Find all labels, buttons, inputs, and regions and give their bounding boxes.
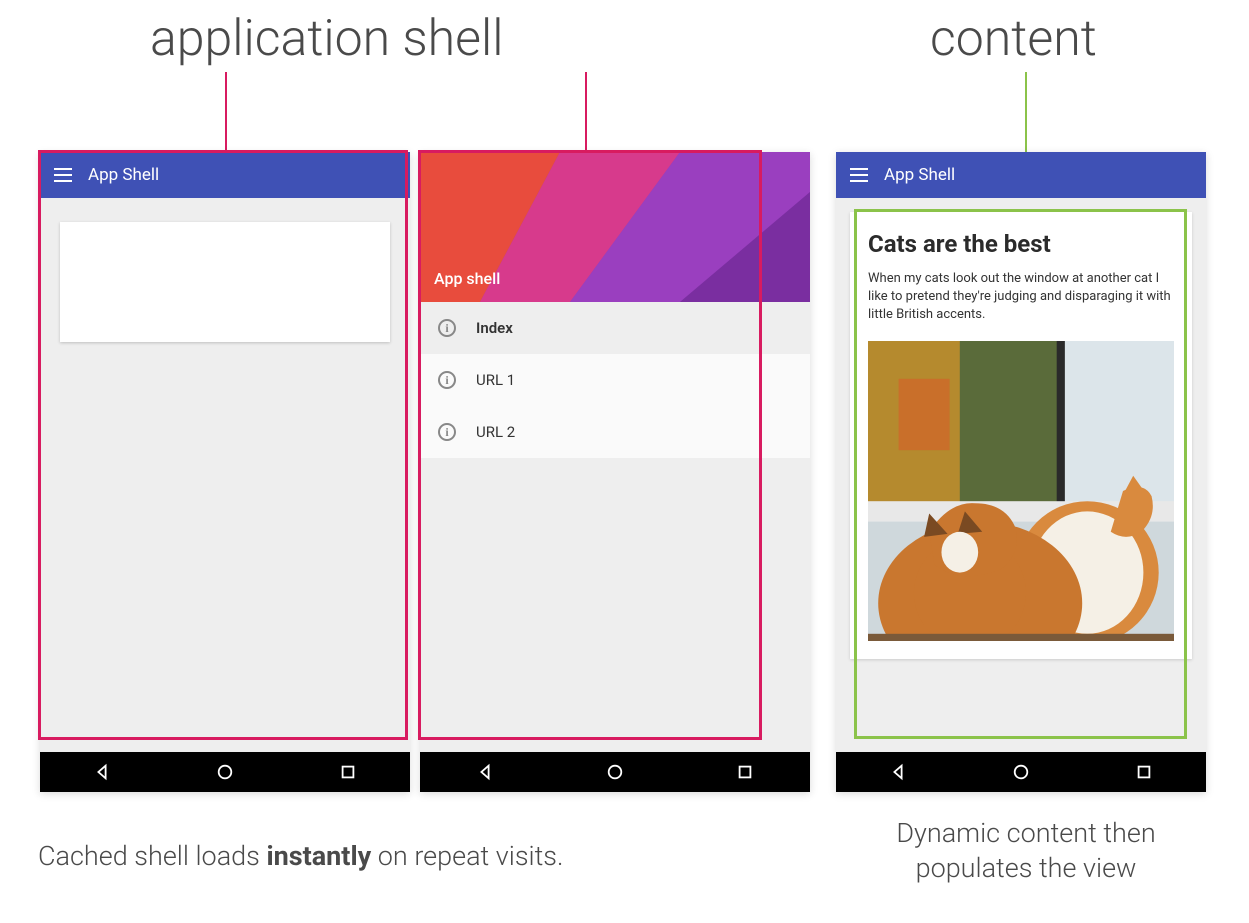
- caption-content: Dynamic content then populates the view: [846, 816, 1206, 886]
- article-heading: Cats are the best: [868, 230, 1174, 258]
- android-nav-bar: [40, 752, 410, 792]
- nav-recents-icon[interactable]: [339, 763, 357, 781]
- toolbar-title: App Shell: [884, 165, 955, 185]
- connector-line-shell-right: [585, 72, 587, 154]
- content-card: Cats are the best When my cats look out …: [850, 212, 1192, 659]
- nav-back-icon[interactable]: [476, 763, 494, 781]
- info-icon: [438, 423, 456, 441]
- phone-mockup-shell-empty: App Shell: [40, 152, 410, 792]
- drawer-item-label: URL 1: [476, 371, 515, 389]
- phone-mockup-shell-drawer: App shell Index URL 1 URL 2: [420, 152, 810, 792]
- app-toolbar: App Shell: [836, 152, 1206, 198]
- android-nav-bar: [836, 752, 1206, 792]
- info-icon: [438, 319, 456, 337]
- heading-application-shell: application shell: [150, 10, 503, 68]
- drawer-item-url1[interactable]: URL 1: [420, 354, 810, 406]
- article-image-cats: [868, 341, 1174, 641]
- drawer-header: App shell: [420, 152, 810, 302]
- nav-back-icon[interactable]: [93, 763, 111, 781]
- drawer-item-index[interactable]: Index: [420, 302, 810, 354]
- nav-recents-icon[interactable]: [1135, 763, 1153, 781]
- info-icon: [438, 371, 456, 389]
- drawer-item-label: URL 2: [476, 423, 515, 441]
- app-toolbar: App Shell: [40, 152, 410, 198]
- toolbar-title: App Shell: [88, 165, 159, 185]
- hamburger-icon[interactable]: [54, 168, 72, 182]
- drawer-header-title: App shell: [434, 269, 500, 288]
- caption-shell: Cached shell loads instantly on repeat v…: [38, 840, 563, 872]
- drawer-item-url2[interactable]: URL 2: [420, 406, 810, 458]
- nav-back-icon[interactable]: [889, 763, 907, 781]
- placeholder-card: [60, 222, 390, 342]
- nav-home-icon[interactable]: [1012, 763, 1030, 781]
- drawer-item-label: Index: [476, 319, 513, 337]
- phone-mockup-content: App Shell Cats are the best When my cats…: [836, 152, 1206, 792]
- nav-recents-icon[interactable]: [736, 763, 754, 781]
- heading-content: content: [930, 10, 1097, 68]
- connector-line-shell-left: [225, 72, 227, 154]
- nav-home-icon[interactable]: [216, 763, 234, 781]
- hamburger-icon[interactable]: [850, 168, 868, 182]
- nav-home-icon[interactable]: [606, 763, 624, 781]
- article-body: When my cats look out the window at anot…: [868, 270, 1174, 325]
- android-nav-bar: [420, 752, 810, 792]
